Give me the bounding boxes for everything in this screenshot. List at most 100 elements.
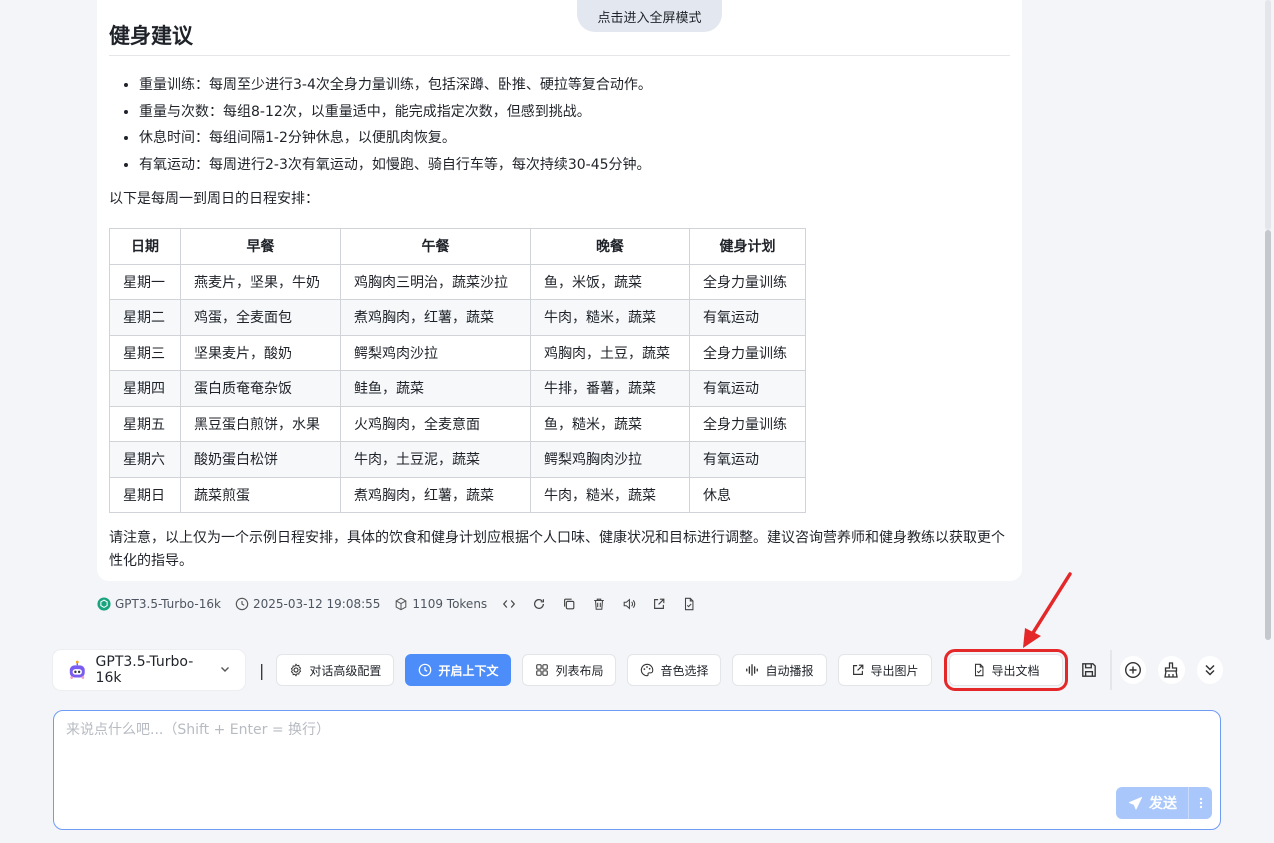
table-cell: 有氧运动 [689, 299, 806, 336]
paper-plane-icon [1128, 796, 1143, 810]
table-row: 星期六 酸奶蛋白松饼 牛肉，土豆泥，蔬菜 鳄梨鸡胸肉沙拉 有氧运动 [109, 441, 806, 478]
autoplay-button[interactable]: 自动播报 [732, 654, 827, 686]
table-row: 星期五 黑豆蛋白煎饼，水果 火鸡胸肉，全麦意面 鱼，糙米，蔬菜 全身力量训练 [109, 405, 806, 442]
document-icon [974, 663, 983, 677]
table-header-cell: 健身计划 [689, 228, 806, 265]
regenerate-icon[interactable] [531, 596, 547, 612]
copy-icon[interactable] [561, 596, 577, 612]
meta-model: GPT3.5-Turbo-16k [97, 597, 221, 611]
meta-timestamp: 2025-03-12 19:08:55 [252, 597, 381, 611]
table-cell: 全身力量训练 [689, 263, 806, 300]
table-cell: 鸡蛋，全麦面包 [180, 299, 341, 336]
table-cell: 星期四 [109, 370, 181, 407]
table-cell: 鸡胸肉三明治，蔬菜沙拉 [340, 263, 531, 300]
table-cell: 星期日 [109, 476, 181, 513]
openai-logo-icon [97, 597, 111, 611]
table-cell: 星期三 [109, 334, 181, 371]
table-row: 星期四 蛋白质奄奄杂饭 鲑鱼，蔬菜 牛排，番薯，蔬菜 有氧运动 [109, 370, 806, 407]
list-layout-button[interactable]: 列表布局 [522, 654, 617, 686]
chat-toolbar: GPT3.5-Turbo-16k | 对话高级配置 开启上下文 列表布局 音色选… [53, 649, 1223, 691]
export-image-button[interactable]: 导出图片 [837, 654, 932, 686]
enable-context-button[interactable]: 开启上下文 [405, 654, 512, 686]
assistant-message-card: 健身建议 重量训练：每周至少进行3-4次全身力量训练，包括深蹲、卧推、硬拉等复合… [97, 0, 1022, 581]
table-cell: 星期五 [109, 405, 181, 442]
annotation-arrow [1023, 572, 1072, 648]
speaker-icon[interactable] [621, 596, 637, 612]
export-document-button[interactable]: 导出文档 [943, 649, 1068, 691]
disclaimer-note: 请注意，以上仅为一个示例日程安排，具体的饮食和健身计划应根据个人口味、健康状况和… [109, 530, 1005, 569]
table-header-cell: 晚餐 [530, 228, 690, 265]
meta-tokens: 1109 Tokens [394, 597, 487, 611]
export-image-label: 导出图片 [870, 663, 919, 678]
scrollbar-track[interactable] [1264, 0, 1274, 640]
share-icon [852, 664, 863, 675]
table-header-cell: 午餐 [340, 228, 531, 265]
chevron-double-down-icon[interactable] [1196, 656, 1223, 684]
table-cell: 星期六 [109, 441, 181, 478]
export-document-label: 导出文档 [991, 663, 1040, 678]
section-title: 健身建议 [109, 24, 193, 48]
table-header-row: 日期 早餐 午餐 晚餐 健身计划 [109, 228, 806, 265]
scrollbar-thumb[interactable] [1265, 230, 1271, 640]
table-cell: 鳄梨鸡肉沙拉 [340, 334, 531, 371]
table-cell: 煮鸡胸肉，红薯，蔬菜 [340, 476, 531, 513]
list-item: 有氧运动：每周进行2-3次有氧运动，如慢跑、骑自行车等，每次持续30-45分钟。 [139, 152, 999, 179]
document-icon[interactable] [681, 596, 697, 612]
chevron-down-icon [219, 663, 231, 678]
code-view-icon[interactable] [501, 596, 517, 612]
table-row: 星期二 鸡蛋，全麦面包 煮鸡胸肉，红薯，蔬菜 牛肉，糙米，蔬菜 有氧运动 [109, 299, 806, 336]
fullscreen-toggle[interactable]: 点击进入全屏模式 [577, 0, 722, 32]
waveform-icon [746, 664, 759, 676]
message-input[interactable] [54, 711, 1220, 829]
robot-avatar-icon [69, 660, 85, 679]
table-row: 星期三 坚果麦片，酸奶 鳄梨鸡肉沙拉 鸡胸肉，土豆，蔬菜 全身力量训练 [109, 334, 806, 371]
list-item: 重量训练：每周至少进行3-4次全身力量训练，包括深蹲、卧推、硬拉等复合动作。 [139, 72, 999, 99]
table-cell: 有氧运动 [689, 370, 806, 407]
schedule-intro: 以下是每周一到周日的日程安排： [109, 191, 319, 207]
autoplay-label: 自动播报 [765, 663, 814, 678]
voice-select-label: 音色选择 [660, 663, 709, 678]
table-cell: 牛排，番薯，蔬菜 [530, 370, 690, 407]
table-cell: 蔬菜煎蛋 [180, 476, 341, 513]
fitness-tips-list: 重量训练：每周至少进行3-4次全身力量训练，包括深蹲、卧推、硬拉等复合动作。 重… [139, 72, 999, 178]
list-layout-label: 列表布局 [555, 663, 604, 678]
send-button[interactable]: 发送 [1116, 787, 1212, 819]
toolbar-divider [1109, 650, 1112, 690]
grid-icon [536, 664, 549, 676]
enable-context-label: 开启上下文 [438, 663, 499, 678]
table-cell: 酸奶蛋白松饼 [180, 441, 341, 478]
table-cell: 休息 [689, 476, 806, 513]
meta-time: 2025-03-12 19:08:55 [235, 597, 380, 611]
table-cell: 黑豆蛋白煎饼，水果 [180, 405, 341, 442]
table-cell: 星期二 [109, 299, 181, 336]
send-main[interactable]: 发送 [1116, 793, 1188, 813]
table-cell: 牛肉，糙米，蔬菜 [530, 299, 690, 336]
save-icon[interactable] [1076, 656, 1102, 684]
more-options-icon[interactable] [1188, 787, 1212, 819]
voice-select-button[interactable]: 音色选择 [627, 654, 722, 686]
advanced-settings-button[interactable]: 对话高级配置 [276, 654, 395, 686]
table-cell: 星期一 [109, 263, 181, 300]
table-cell: 蛋白质奄奄杂饭 [180, 370, 341, 407]
table-cell: 坚果麦片，酸奶 [180, 334, 341, 371]
gear-icon [291, 663, 302, 677]
cube-icon [396, 597, 407, 611]
delete-icon[interactable] [591, 596, 607, 612]
table-cell: 全身力量训练 [689, 334, 806, 371]
clear-broom-icon[interactable] [1158, 656, 1185, 684]
list-item: 休息时间：每组间隔1-2分钟休息，以便肌肉恢复。 [139, 125, 999, 152]
title-divider [109, 55, 1010, 56]
meta-token-count: 1109 Tokens [412, 597, 488, 611]
table-cell: 鱼，米饭，蔬菜 [530, 263, 690, 300]
model-selector[interactable]: GPT3.5-Turbo-16k [53, 650, 246, 690]
table-cell: 鸡胸肉，土豆，蔬菜 [530, 334, 690, 371]
toolbar-separator: | [259, 660, 265, 680]
table-cell: 牛肉，土豆泥，蔬菜 [340, 441, 531, 478]
table-cell: 牛肉，糙米，蔬菜 [530, 476, 690, 513]
table-cell: 火鸡胸肉，全麦意面 [340, 405, 531, 442]
model-selector-label: GPT3.5-Turbo-16k [95, 654, 194, 686]
clock-icon [235, 597, 249, 611]
clock-icon [419, 663, 432, 677]
new-chat-icon[interactable] [1119, 656, 1147, 684]
share-icon[interactable] [651, 596, 667, 612]
